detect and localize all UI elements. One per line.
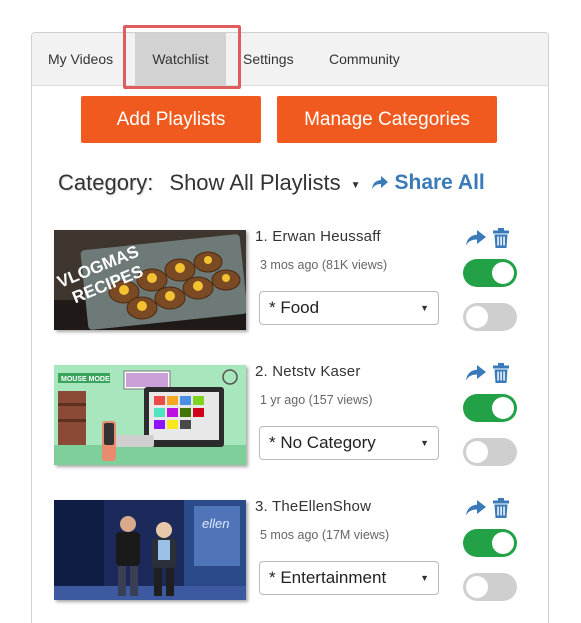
tab-watchlist[interactable]: Watchlist: [135, 33, 226, 86]
share-icon[interactable]: [466, 230, 486, 246]
caret-down-icon: ▼: [420, 303, 429, 313]
category-select-value: * No Category: [269, 433, 376, 452]
trash-icon[interactable]: [493, 228, 509, 248]
toggle-switch-on[interactable]: [463, 259, 517, 287]
add-playlists-button[interactable]: Add Playlists: [81, 96, 261, 143]
video-title[interactable]: 3. TheEllenShow: [255, 498, 371, 515]
video-title[interactable]: 2. Netstv Kaser: [255, 363, 361, 380]
category-select[interactable]: Show All Playlists: [169, 170, 340, 196]
share-all-label: Share All: [394, 171, 485, 194]
share-icon[interactable]: [466, 500, 486, 516]
video-title[interactable]: 1. Erwan Heussaff: [255, 228, 381, 245]
caret-down-icon: ▼: [420, 438, 429, 448]
video-thumbnail-3[interactable]: ellen: [54, 500, 246, 600]
video-item-1: VLOGMAS RECIPES 1. Erwan Heussaff 3 mos …: [52, 228, 532, 338]
category-label: Category:: [58, 170, 154, 195]
tab-community[interactable]: Community: [329, 33, 400, 86]
category-select-value: * Entertainment: [269, 568, 387, 587]
category-filter-row: Category: Show All Playlists ▼ Share All: [58, 167, 538, 199]
trash-icon[interactable]: [493, 363, 509, 383]
category-select-value: * Food: [269, 298, 320, 317]
mouse-mode-label: MOUSE MODE: [61, 376, 110, 383]
talk-show-thumbnail-image: ellen: [54, 500, 246, 600]
tab-settings[interactable]: Settings: [243, 33, 294, 86]
toggle-switch-off[interactable]: [463, 303, 517, 331]
share-all-button[interactable]: Share All: [372, 171, 485, 195]
video-item-3: ellen 3. TheEllenShow 5 mos ago (17M vie…: [52, 498, 532, 608]
toggle-switch-off[interactable]: [463, 573, 517, 601]
tab-bar: My Videos Watchlist Settings Community: [32, 33, 548, 86]
category-select-3[interactable]: * Entertainment ▼: [259, 561, 439, 595]
category-select-1[interactable]: * Food ▼: [259, 291, 439, 325]
share-icon[interactable]: [466, 365, 486, 381]
video-thumbnail-2[interactable]: MOUSE MODE: [54, 365, 246, 465]
caret-down-icon: ▼: [420, 573, 429, 583]
trash-icon[interactable]: [493, 498, 509, 518]
ellen-logo-text: ellen: [202, 516, 229, 531]
tv-box-thumbnail-image: MOUSE MODE: [54, 365, 246, 465]
video-thumbnail-1[interactable]: VLOGMAS RECIPES: [54, 230, 246, 330]
toggle-switch-on[interactable]: [463, 394, 517, 422]
video-meta: 3 mos ago (81K views): [260, 258, 388, 272]
manage-categories-button[interactable]: Manage Categories: [277, 96, 497, 143]
share-arrow-icon: [372, 176, 389, 189]
video-meta: 1 yr ago (157 views): [260, 393, 373, 407]
tab-my-videos[interactable]: My Videos: [48, 33, 113, 86]
toggle-switch-on[interactable]: [463, 529, 517, 557]
caret-down-icon[interactable]: ▼: [351, 180, 361, 191]
category-select-2[interactable]: * No Category ▼: [259, 426, 439, 460]
video-item-2: MOUSE MODE 2. Netstv Kaser 1 yr ago (157…: [52, 363, 532, 473]
video-meta: 5 mos ago (17M views): [260, 528, 390, 542]
toggle-switch-off[interactable]: [463, 438, 517, 466]
food-thumbnail-image: VLOGMAS RECIPES: [54, 230, 246, 330]
